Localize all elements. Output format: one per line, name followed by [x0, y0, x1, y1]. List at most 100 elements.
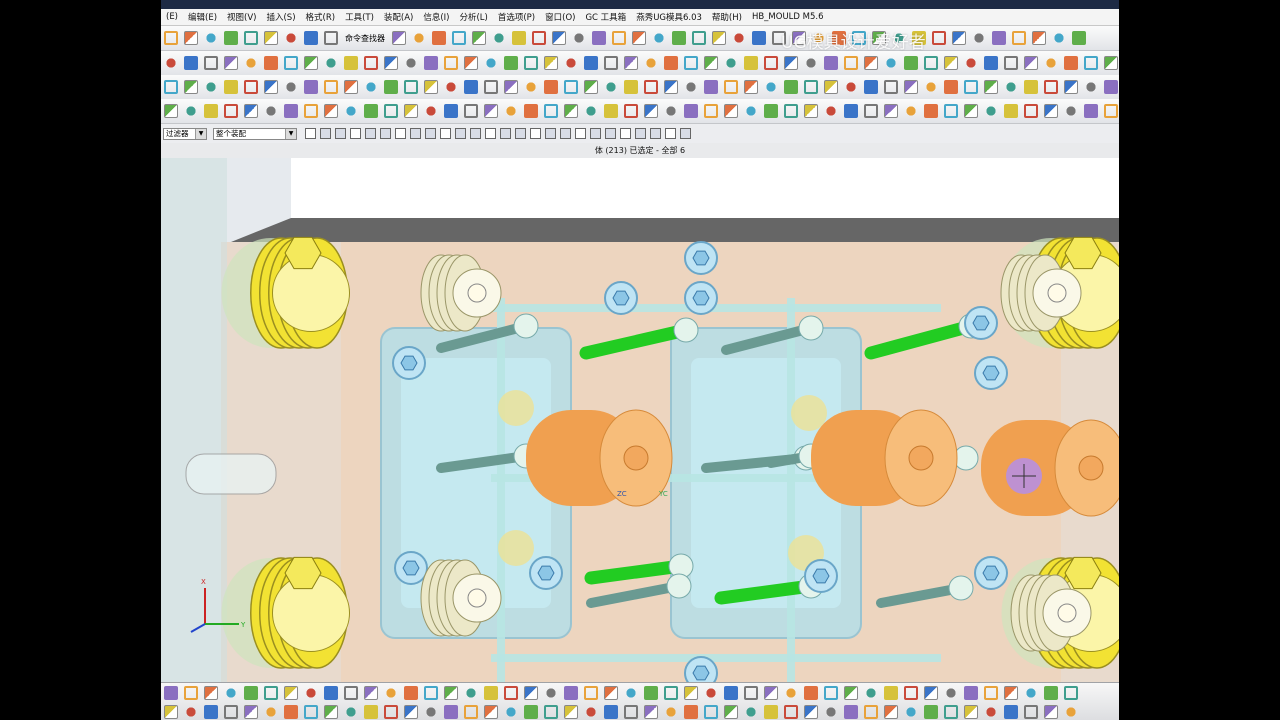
toolbar-tool-icon[interactable]	[304, 685, 318, 700]
toolbar-tool-icon[interactable]	[264, 80, 278, 94]
toolbar-tool-icon[interactable]	[604, 685, 618, 700]
toolbar-tool-icon[interactable]	[904, 685, 918, 700]
toolbar-tool-icon[interactable]	[1012, 31, 1026, 45]
snap-point-icon[interactable]	[575, 128, 586, 139]
toolbar-tool-icon[interactable]	[344, 685, 358, 700]
toolbar-tool-icon[interactable]	[964, 80, 978, 94]
toolbar-tool-icon[interactable]	[724, 685, 738, 700]
toolbar-tool-icon[interactable]	[804, 56, 818, 70]
toolbar-tool-icon[interactable]	[324, 685, 338, 700]
toolbar-tool-icon[interactable]	[504, 685, 518, 700]
toolbar-tool-icon[interactable]	[1024, 80, 1038, 94]
toolbar-tool-icon[interactable]	[424, 56, 438, 70]
toolbar-tool-icon[interactable]	[284, 31, 298, 45]
toolbar-tool-icon[interactable]	[1024, 104, 1038, 118]
toolbar-tool-icon[interactable]	[1104, 80, 1118, 94]
toolbar-tool-icon[interactable]	[584, 104, 598, 118]
toolbar-tool-icon[interactable]	[884, 685, 898, 700]
toolbar-tool-icon[interactable]	[624, 56, 638, 70]
toolbar-tool-icon[interactable]	[444, 685, 458, 700]
snap-point-icon[interactable]	[455, 128, 466, 139]
toolbar-tool-icon[interactable]	[724, 104, 738, 118]
toolbar-tool-icon[interactable]	[864, 685, 878, 700]
toolbar-tool-icon[interactable]	[544, 704, 558, 719]
menu-info[interactable]: 信息(I)	[418, 11, 454, 23]
toolbar-tool-icon[interactable]	[584, 56, 598, 70]
toolbar-tool-icon[interactable]	[932, 31, 946, 45]
toolbar-tool-icon[interactable]	[204, 31, 218, 45]
toolbar-tool-icon[interactable]	[864, 704, 878, 719]
toolbar-tool-icon[interactable]	[764, 104, 778, 118]
toolbar-tool-icon[interactable]	[1064, 104, 1078, 118]
toolbar-tool-icon[interactable]	[344, 104, 358, 118]
screw-head[interactable]	[513, 313, 539, 339]
toolbar-tool-icon[interactable]	[844, 80, 858, 94]
toolbar-tool-icon[interactable]	[744, 80, 758, 94]
toolbar-tool-icon[interactable]	[652, 31, 666, 45]
menu-preferences[interactable]: 首选项(P)	[493, 11, 540, 23]
snap-point-icon[interactable]	[650, 128, 661, 139]
top-plate-face[interactable]	[291, 158, 1119, 218]
toolbar-tool-icon[interactable]	[404, 685, 418, 700]
toolbar-tool-icon[interactable]	[844, 104, 858, 118]
toolbar-tool-icon[interactable]	[424, 80, 438, 94]
toolbar-tool-icon[interactable]	[764, 80, 778, 94]
toolbar-tool-icon[interactable]	[244, 56, 258, 70]
toolbar-tool-icon[interactable]	[464, 685, 478, 700]
toolbar-tool-icon[interactable]	[1044, 704, 1058, 719]
toolbar-tool-icon[interactable]	[764, 685, 778, 700]
toolbar-tool-icon[interactable]	[704, 685, 718, 700]
menu-help[interactable]: 帮助(H)	[707, 11, 747, 23]
toolbar-tool-icon[interactable]	[164, 31, 178, 45]
toolbar-tool-icon[interactable]	[1064, 56, 1078, 70]
toolbar-tool-icon[interactable]	[584, 704, 598, 719]
toolbar-tool-icon[interactable]	[464, 104, 478, 118]
toolbar-tool-icon[interactable]	[264, 31, 278, 45]
toolbar-tool-icon[interactable]	[224, 704, 238, 719]
toolbar-tool-icon[interactable]	[284, 80, 298, 94]
toolbar-tool-icon[interactable]	[244, 685, 258, 700]
snap-point-icon[interactable]	[470, 128, 481, 139]
toolbar-tool-icon[interactable]	[684, 56, 698, 70]
toolbar-tool-icon[interactable]	[344, 704, 358, 719]
toolbar-tool-icon[interactable]	[944, 80, 958, 94]
toolbar-tool-icon[interactable]	[284, 685, 298, 700]
toolbar-tool-icon[interactable]	[624, 104, 638, 118]
toolbar-tool-icon[interactable]	[464, 704, 478, 719]
toolbar-tool-icon[interactable]	[524, 104, 538, 118]
toolbar-tool-icon[interactable]	[544, 104, 558, 118]
toolbar-tool-icon[interactable]	[544, 80, 558, 94]
toolbar-tool-icon[interactable]	[404, 704, 418, 719]
snap-point-icon[interactable]	[530, 128, 541, 139]
toolbar-tool-icon[interactable]	[492, 31, 506, 45]
snap-point-icon[interactable]	[500, 128, 511, 139]
menu-edit-prefix[interactable]: (E)	[161, 12, 183, 22]
toolbar-tool-icon[interactable]	[264, 685, 278, 700]
toolbar-tool-icon[interactable]	[604, 704, 618, 719]
toolbar-tool-icon[interactable]	[604, 104, 618, 118]
toolbar-tool-icon[interactable]	[444, 56, 458, 70]
toolbar-tool-icon[interactable]	[444, 80, 458, 94]
left-plate[interactable]	[161, 158, 227, 682]
toolbar-tool-icon[interactable]	[1084, 56, 1098, 70]
toolbar-tool-icon[interactable]	[484, 56, 498, 70]
toolbar-tool-icon[interactable]	[344, 56, 358, 70]
toolbar-tool-icon[interactable]	[1004, 56, 1018, 70]
toolbar-tool-icon[interactable]	[504, 704, 518, 719]
toolbar-tool-icon[interactable]	[424, 704, 438, 719]
graphics-viewport[interactable]: ZC YC X Y	[161, 158, 1119, 682]
toolbar-tool-icon[interactable]	[204, 80, 218, 94]
mold-assembly-scene[interactable]: ZC YC X Y	[161, 158, 1119, 682]
toolbar-tool-icon[interactable]	[924, 704, 938, 719]
toolbar-tool-icon[interactable]	[404, 56, 418, 70]
toolbar-tool-icon[interactable]	[624, 80, 638, 94]
toolbar-tool-icon[interactable]	[504, 56, 518, 70]
toolbar-tool-icon[interactable]	[224, 31, 238, 45]
toolbar-tool-icon[interactable]	[184, 31, 198, 45]
toolbar-tool-icon[interactable]	[964, 704, 978, 719]
toolbar-tool-icon[interactable]	[884, 704, 898, 719]
toolbar-tool-icon[interactable]	[484, 104, 498, 118]
toolbar-tool-icon[interactable]	[404, 80, 418, 94]
toolbar-tool-icon[interactable]	[664, 56, 678, 70]
toolbar-tool-icon[interactable]	[384, 80, 398, 94]
